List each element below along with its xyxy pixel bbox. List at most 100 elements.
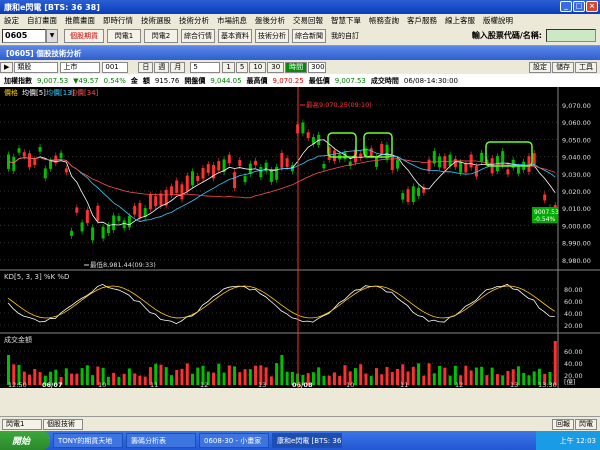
tool-button[interactable]: 設定 bbox=[529, 61, 551, 73]
value-input[interactable]: 300 bbox=[308, 61, 327, 73]
toolbar-button[interactable]: 閃電1 bbox=[107, 28, 141, 43]
menu-item[interactable]: 智慧下單 bbox=[327, 15, 365, 26]
kd-tick-label: 40.00 bbox=[564, 310, 583, 318]
time-value: 06/08-14:30:00 bbox=[403, 76, 459, 85]
bottom-tabbar bbox=[0, 388, 600, 416]
quote-bar: 加權指數 9,007.53 ▼49.57 0.54% 金 額 915.76 開盤… bbox=[0, 74, 600, 87]
low-annotation: 最低8,981.44(09:33) bbox=[90, 260, 156, 269]
x-axis-label: 10 bbox=[98, 381, 106, 388]
time-button[interactable]: 時間 bbox=[285, 61, 308, 73]
minimize-icon[interactable]: _ bbox=[560, 1, 572, 12]
menu-item[interactable]: 技術分析 bbox=[175, 15, 213, 26]
price-panel-title: 價格 bbox=[4, 88, 18, 97]
minute-button[interactable]: 30 bbox=[267, 61, 285, 73]
x-axis-label: 12:50 bbox=[8, 381, 27, 388]
menu-item[interactable]: 推薦畫面 bbox=[61, 15, 99, 26]
x-axis-label: 12 bbox=[455, 381, 463, 388]
low-value: 9,007.53 bbox=[334, 76, 366, 85]
price-tick-label: 9,060.00 bbox=[562, 119, 591, 127]
minute-button[interactable]: 10 bbox=[249, 61, 267, 73]
menu-item[interactable]: 設定 bbox=[0, 15, 23, 26]
menu-item[interactable]: 自訂畫面 bbox=[23, 15, 61, 26]
period-button[interactable]: 週 bbox=[154, 61, 170, 73]
menu-item[interactable]: 即時行情 bbox=[99, 15, 137, 26]
taskbar-item[interactable]: 0608-30 - 小畫家 bbox=[199, 433, 269, 448]
price-tick-label: 9,020.00 bbox=[562, 188, 591, 196]
play-button[interactable]: ▶ bbox=[0, 61, 14, 73]
menu-item[interactable]: 盤後分析 bbox=[251, 15, 289, 26]
x-axis-label: 11 bbox=[150, 381, 158, 388]
maximize-icon[interactable]: □ bbox=[573, 1, 585, 12]
toolbar-button[interactable]: 閃電2 bbox=[144, 28, 178, 43]
volume-panel-title: 成交金額 bbox=[4, 335, 32, 344]
time-label: 成交時間 bbox=[370, 76, 399, 85]
technical-chart[interactable]: 9,070.00 9,060.00 9,050.00 9,040.00 9,030.00… bbox=[0, 87, 600, 388]
status-button[interactable]: 閃電 bbox=[575, 418, 597, 430]
high-label: 最高價 bbox=[246, 76, 268, 85]
tool-button[interactable]: 工具 bbox=[575, 61, 597, 73]
window-titlebar: 康和e閃電 [BTS: 36 38] _ □ × bbox=[0, 0, 600, 14]
menu-item[interactable]: 帳務查詢 bbox=[365, 15, 403, 26]
chart-controls: ▶ 類股 上市 001 日週月 5 1 5 10 30 時間 300 設定 儲存 工具 bbox=[0, 60, 600, 74]
taskbar-item[interactable]: 籌碼分析表 bbox=[126, 433, 196, 448]
toolbar: 0605 ▼ 個股期貨 閃電1 閃電2 綜合行情 基本資料 技術分析 綜合新聞 我的自訂 輸… bbox=[0, 26, 600, 46]
x-axis-label: 13 bbox=[258, 381, 266, 388]
close-icon[interactable]: × bbox=[586, 1, 598, 12]
window-tab[interactable]: 閃電1 bbox=[2, 418, 42, 430]
window-title: 康和e閃電 [BTS: 36 38] bbox=[4, 2, 100, 12]
ma-legend: 均價[34] bbox=[70, 88, 99, 97]
count-select[interactable]: 5 bbox=[190, 61, 221, 73]
menu-item[interactable]: 線上客服 bbox=[441, 15, 479, 26]
market-select[interactable]: 上市 bbox=[60, 61, 101, 73]
x-axis-label: 13:30 bbox=[538, 381, 557, 388]
volume-tick-label: 60.00 bbox=[564, 348, 583, 356]
price-tick-label: 9,010.00 bbox=[562, 205, 591, 213]
stock-search-input[interactable] bbox=[546, 29, 596, 42]
status-button[interactable]: 回報 bbox=[552, 418, 574, 430]
toolbar-button[interactable]: 綜合行情 bbox=[181, 28, 215, 43]
index-name: 加權指數 bbox=[4, 76, 32, 85]
price-tick-label: 8,990.00 bbox=[562, 240, 591, 248]
period-button[interactable]: 日 bbox=[138, 61, 154, 73]
menu-item[interactable]: 客戶服務 bbox=[403, 15, 441, 26]
menu-item[interactable]: 交易回報 bbox=[289, 15, 327, 26]
ma-legend: 均價[5] bbox=[22, 88, 46, 97]
start-button[interactable]: 開始 bbox=[0, 431, 50, 450]
x-axis-label: 12 bbox=[200, 381, 208, 388]
taskbar: 開始 TONY的期貨天地 籌碼分析表 0608-30 - 小畫家 康和e閃電 [BTS… bbox=[0, 431, 600, 450]
chevron-down-icon[interactable]: ▼ bbox=[46, 28, 58, 43]
taskbar-item[interactable]: 康和e閃電 [BTS: 36 bbox=[272, 433, 342, 448]
volume-tick-label: 40.00 bbox=[564, 360, 583, 368]
toolbar-button[interactable]: 技術分析 bbox=[255, 28, 289, 43]
type-select[interactable]: 類股 bbox=[14, 61, 59, 73]
toolbar-button[interactable]: 個股期貨 bbox=[64, 28, 104, 43]
price-tick-label: 9,050.00 bbox=[562, 136, 591, 144]
stock-code-input[interactable]: 0605 bbox=[2, 28, 46, 43]
volume-unit: [億] bbox=[564, 377, 576, 386]
tool-button[interactable]: 儲存 bbox=[552, 61, 574, 73]
price-tick-label: 9,030.00 bbox=[562, 171, 591, 179]
menu-item[interactable]: 市場訊息 bbox=[213, 15, 251, 26]
taskbar-item[interactable]: TONY的期貨天地 bbox=[53, 433, 123, 448]
last-pct: -0.54% bbox=[534, 216, 556, 223]
minute-button[interactable]: 1 bbox=[222, 61, 235, 73]
my-items-button[interactable]: 我的自訂 bbox=[331, 31, 359, 41]
kd-tick-label: 60.00 bbox=[564, 298, 583, 306]
amount-label-1: 金 bbox=[130, 76, 138, 85]
menu-item[interactable]: 技術選股 bbox=[137, 15, 175, 26]
minute-button[interactable]: 5 bbox=[235, 61, 249, 73]
toolbar-button[interactable]: 基本資料 bbox=[218, 28, 252, 43]
toolbar-button[interactable]: 綜合新聞 bbox=[292, 28, 326, 43]
code-select[interactable]: 001 bbox=[102, 61, 129, 73]
open-label: 開盤價 bbox=[184, 76, 206, 85]
price-tick-label: 8,980.00 bbox=[562, 257, 591, 265]
index-change: ▼49.57 bbox=[73, 76, 99, 85]
period-button[interactable]: 月 bbox=[170, 61, 186, 73]
x-axis-label: 06/08 bbox=[292, 381, 313, 388]
x-axis-label: 11 bbox=[400, 381, 408, 388]
menu-item[interactable]: 版權說明 bbox=[479, 15, 517, 26]
window-tab[interactable]: 個股技術 bbox=[43, 418, 83, 430]
high-value: 9,070.25 bbox=[272, 76, 304, 85]
price-tick-label: 9,000.00 bbox=[562, 222, 591, 230]
price-tick-label: 9,040.00 bbox=[562, 154, 591, 162]
